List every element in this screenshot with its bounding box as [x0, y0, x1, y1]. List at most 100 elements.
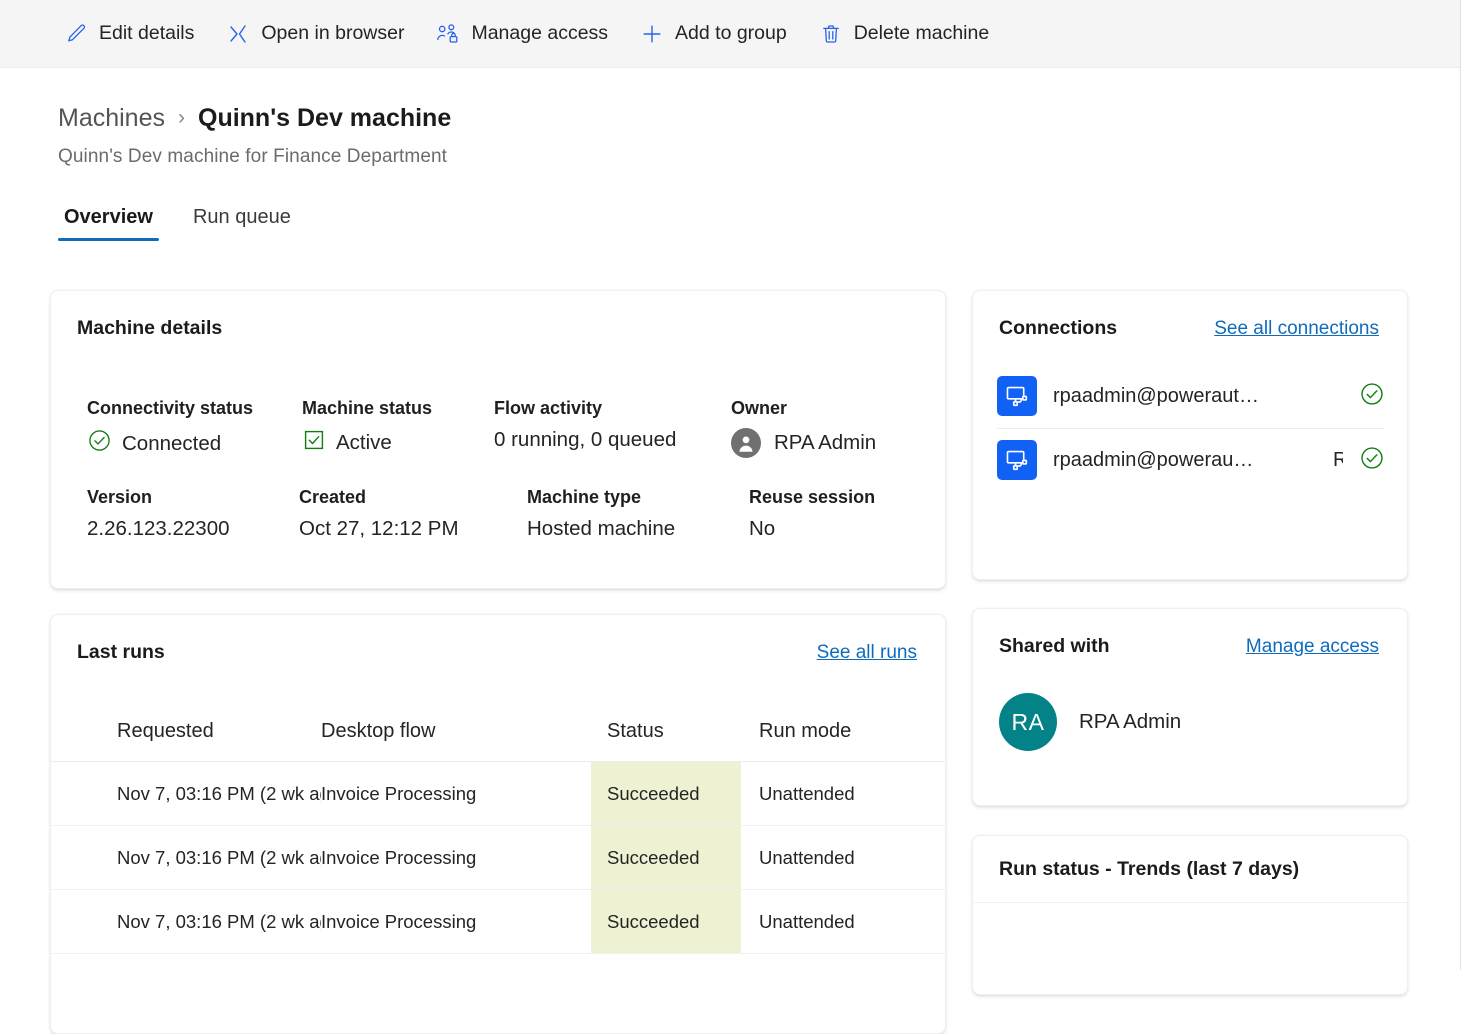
field-reuse-session: Reuse session No	[749, 487, 875, 541]
table-row[interactable]: Nov 7, 03:16 PM (2 wk ago) Invoice Proce…	[51, 825, 945, 890]
cell-status: Succeeded	[591, 825, 741, 890]
delete-machine-label: Delete machine	[853, 22, 990, 44]
field-created-label: Created	[299, 487, 367, 507]
field-machine-status-label: Machine status	[302, 398, 433, 418]
command-bar: Edit details Open in browser Manage acce…	[0, 0, 1460, 68]
field-flow-activity-label: Flow activity	[494, 398, 603, 418]
main-column: Machine details Connectivity status Conn…	[50, 290, 946, 1034]
page-header: Machines › Quinn's Dev machine Quinn's D…	[0, 68, 1460, 241]
see-all-connections-link[interactable]: See all connections	[1214, 318, 1379, 340]
connection-name: rpaadmin@poweraut…	[1053, 384, 1259, 407]
field-owner: Owner RPA Admin	[731, 398, 876, 459]
field-machine-type-value: Hosted machine	[527, 517, 676, 540]
run-status-trends-body	[973, 903, 1407, 993]
field-owner-value-wrap: RPA Admin	[731, 428, 876, 458]
plus-icon	[640, 22, 664, 46]
checkbox-checked-icon	[302, 428, 326, 458]
edit-details-label: Edit details	[99, 22, 195, 44]
machine-details-row-2: Version 2.26.123.22300 Created Oct 27, 1…	[87, 487, 945, 541]
column-header-run-mode[interactable]: Run mode	[741, 720, 945, 762]
open-in-browser-button[interactable]: Open in browser	[220, 15, 418, 53]
field-machine-status-value-wrap: Active	[302, 428, 494, 458]
desktop-flow-icon	[997, 440, 1037, 480]
table-header-row: Requested Desktop flow Status Run mode	[51, 720, 945, 762]
field-version: Version 2.26.123.22300	[87, 487, 299, 541]
cell-requested: Nov 7, 03:16 PM (2 wk ago)	[51, 761, 321, 826]
pencil-icon	[64, 22, 88, 46]
field-flow-activity-value: 0 running, 0 queued	[494, 428, 677, 451]
breadcrumb: Machines › Quinn's Dev machine	[58, 102, 1460, 134]
open-in-browser-icon	[226, 22, 250, 46]
open-in-browser-label: Open in browser	[261, 22, 405, 44]
cell-requested: Nov 7, 03:16 PM (2 wk ago)	[51, 825, 321, 890]
machine-details-fields: Connectivity status Connected Machine st…	[51, 340, 945, 541]
manage-access-link[interactable]: Manage access	[1246, 636, 1379, 658]
shared-with-title: Shared with	[999, 635, 1110, 657]
cell-desktop-flow: Invoice Processing	[321, 889, 591, 954]
table-row[interactable]: Nov 7, 03:16 PM (2 wk ago) Invoice Proce…	[51, 889, 945, 954]
page-title: Quinn's Dev machine	[198, 104, 452, 132]
add-to-group-label: Add to group	[675, 22, 787, 44]
trash-icon	[819, 22, 843, 46]
cell-desktop-flow: Invoice Processing	[321, 761, 591, 826]
avatar: RA	[999, 693, 1057, 751]
field-connectivity-status: Connectivity status Connected	[87, 398, 302, 459]
shared-with-card: Shared with Manage access RA RPA Admin	[972, 608, 1408, 806]
run-status-trends-header: Run status - Trends (last 7 days)	[973, 836, 1407, 903]
connections-title: Connections	[999, 317, 1118, 339]
cell-run-mode: Unattended	[741, 761, 945, 826]
delete-machine-button[interactable]: Delete machine	[813, 15, 1004, 53]
field-machine-status: Machine status Active	[302, 398, 494, 459]
cell-status: Succeeded	[591, 761, 741, 826]
list-item[interactable]: rpaadmin@powerau… R	[973, 428, 1407, 492]
connections-card: Connections See all connections rpaadmin…	[972, 290, 1408, 580]
connections-list: rpaadmin@poweraut… rpaadmin@powerau…	[973, 340, 1407, 492]
last-runs-table: Requested Desktop flow Status Run mode N…	[51, 720, 945, 954]
machine-details-card: Machine details Connectivity status Conn…	[50, 290, 946, 589]
people-lock-icon	[436, 22, 460, 46]
circle-check-icon	[1359, 381, 1385, 412]
field-machine-type: Machine type Hosted machine	[527, 487, 749, 541]
machine-details-title: Machine details	[77, 317, 223, 339]
column-header-desktop-flow[interactable]: Desktop flow	[321, 720, 591, 762]
tab-run-queue[interactable]: Run queue	[187, 202, 297, 241]
tab-overview[interactable]: Overview	[58, 202, 159, 241]
desktop-flow-icon	[997, 376, 1037, 416]
table-row[interactable]: Nov 7, 03:16 PM (2 wk ago) Invoice Proce…	[51, 761, 945, 826]
field-created: Created Oct 27, 12:12 PM	[299, 487, 527, 541]
cell-desktop-flow: Invoice Processing	[321, 825, 591, 890]
field-reuse-session-value: No	[749, 517, 776, 540]
manage-access-label: Manage access	[471, 22, 609, 44]
shared-with-header: Shared with Manage access	[973, 609, 1407, 658]
field-flow-activity-value-wrap: 0 running, 0 queued	[494, 428, 731, 452]
field-version-label: Version	[87, 487, 153, 507]
field-reuse-session-label: Reuse session	[749, 487, 876, 507]
list-item[interactable]: RA RPA Admin	[973, 658, 1407, 751]
field-version-value: 2.26.123.22300	[87, 517, 230, 540]
breadcrumb-machines-link[interactable]: Machines	[58, 102, 165, 134]
breadcrumb-separator-icon: ›	[178, 106, 185, 129]
see-all-runs-link[interactable]: See all runs	[817, 642, 917, 664]
column-header-requested[interactable]: Requested	[51, 720, 321, 762]
side-column: Connections See all connections rpaadmin…	[972, 290, 1408, 995]
field-flow-activity: Flow activity 0 running, 0 queued	[494, 398, 731, 459]
cell-requested: Nov 7, 03:16 PM (2 wk ago)	[51, 889, 321, 954]
field-owner-value: RPA Admin	[774, 431, 877, 454]
tab-overview-label: Overview	[64, 206, 153, 228]
circle-check-icon	[1359, 445, 1385, 476]
last-runs-card: Last runs See all runs Requested Desktop…	[50, 614, 946, 1034]
field-connectivity-status-label: Connectivity status	[87, 398, 254, 418]
cell-run-mode: Unattended	[741, 889, 945, 954]
manage-access-button[interactable]: Manage access	[430, 15, 622, 53]
field-connectivity-status-value: Connected	[122, 431, 222, 455]
list-item[interactable]: rpaadmin@poweraut…	[973, 364, 1407, 428]
add-to-group-button[interactable]: Add to group	[634, 15, 801, 53]
column-header-status[interactable]: Status	[591, 720, 741, 762]
page-subtitle: Quinn's Dev machine for Finance Departme…	[58, 146, 448, 167]
connection-extra-text: R	[1333, 449, 1343, 472]
last-runs-title: Last runs	[77, 641, 165, 663]
person-avatar-icon	[731, 428, 761, 458]
shared-person-name: RPA Admin	[1079, 710, 1182, 733]
edit-details-button[interactable]: Edit details	[58, 15, 208, 53]
run-status-trends-card: Run status - Trends (last 7 days)	[972, 835, 1408, 995]
